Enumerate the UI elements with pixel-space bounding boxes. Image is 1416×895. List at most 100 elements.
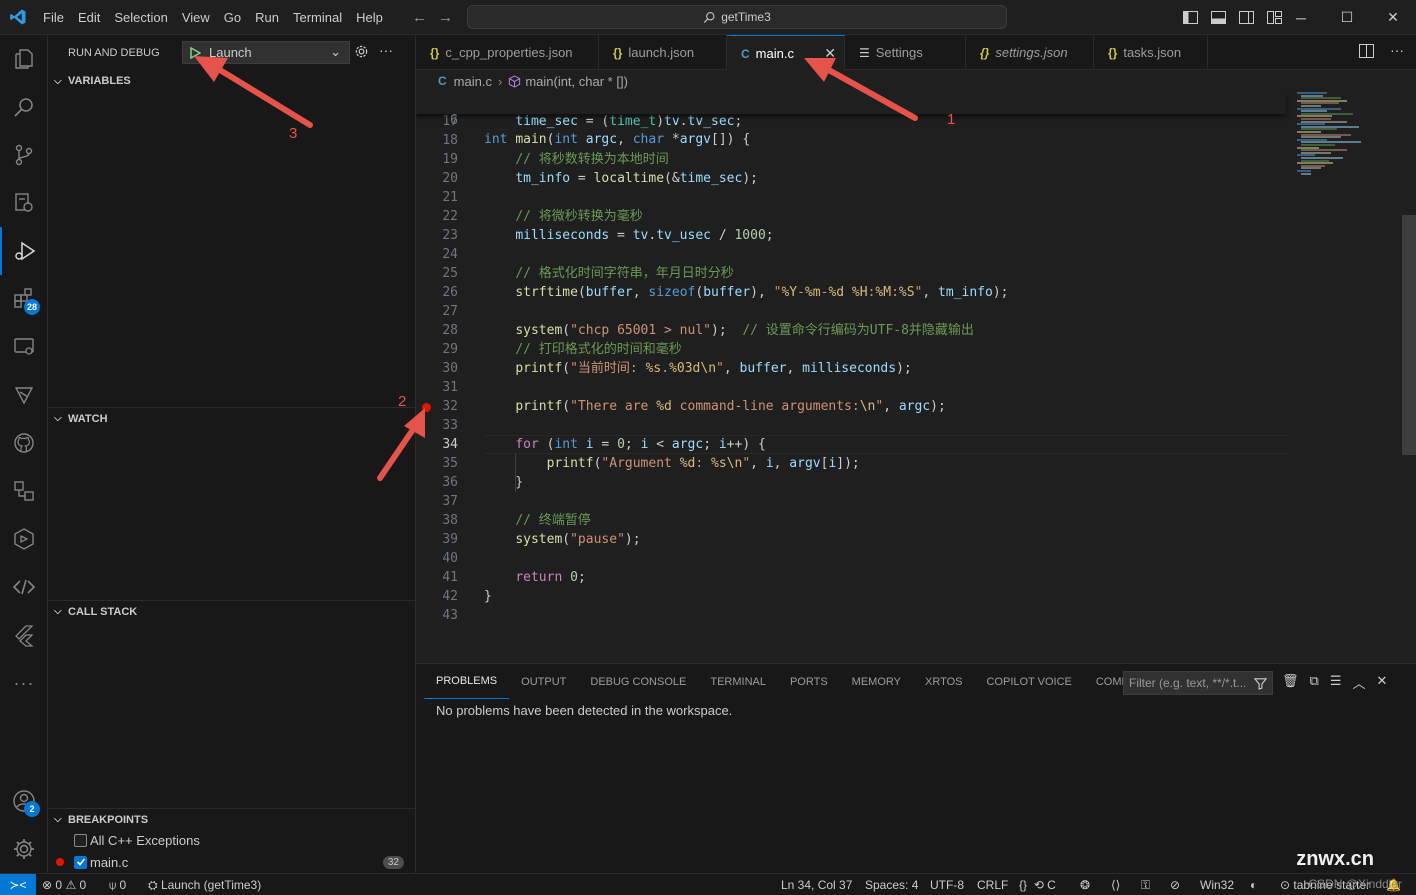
sticky-scroll-header[interactable]: 6 int main(int argc, char *argv[]) { [416, 92, 1286, 147]
collapse-all-icon[interactable]: ⧉ [1310, 673, 1319, 692]
tab-settings[interactable]: ☰ Settings [845, 35, 966, 70]
menu-view[interactable]: View [175, 10, 217, 25]
code-line[interactable]: 27 [416, 302, 1416, 321]
clear-trash-icon[interactable]: 🗑 [1282, 673, 1299, 692]
breakpoints-section-header[interactable]: ⌵ BREAKPOINTS [48, 808, 416, 830]
close-window-icon[interactable]: ✕ [1370, 0, 1416, 35]
flutter-icon[interactable] [0, 611, 48, 659]
settings-sync-icon[interactable]: ◐ [1250, 874, 1257, 895]
vertical-scrollbar[interactable] [1402, 215, 1416, 455]
run-and-debug-icon[interactable] [0, 227, 48, 275]
split-editor-icon[interactable] [1359, 44, 1374, 58]
filter-funnel-icon[interactable] [1254, 677, 1267, 690]
platform-status[interactable]: Win32 [1200, 874, 1234, 895]
checkbox-unchecked[interactable] [74, 833, 87, 847]
source-control-icon[interactable] [0, 131, 48, 179]
breadcrumb-file[interactable]: main.c [454, 74, 492, 89]
menu-run[interactable]: Run [248, 10, 286, 25]
minimize-icon[interactable]: ─ [1278, 0, 1324, 35]
code-line[interactable]: 20 tm_info = localtime(&time_sec); [416, 169, 1416, 188]
copilot-icon[interactable]: ❂ [1080, 874, 1090, 895]
menu-help[interactable]: Help [349, 10, 390, 25]
manage-gear-icon[interactable] [0, 825, 48, 873]
language-status[interactable]: {} ⟲ C [1019, 874, 1056, 895]
testing-icon[interactable] [0, 371, 48, 419]
code-line[interactable]: 25 // 格式化时间字符串，年月日时分秒 [416, 264, 1416, 283]
tab-problems[interactable]: PROBLEMS [424, 664, 510, 699]
view-as-list-icon[interactable]: ☰ [1330, 673, 1342, 692]
code-line[interactable]: 32 printf("There are %d command-line arg… [416, 397, 1416, 416]
ports-status[interactable]: ⍦ 0 [109, 874, 126, 895]
search-icon[interactable] [0, 83, 48, 131]
extensions-icon[interactable]: 28 [0, 275, 48, 323]
cursor-position[interactable]: Ln 34, Col 37 [781, 874, 852, 895]
tab-xrtos[interactable]: XRTOS [913, 664, 975, 699]
maximize-panel-icon[interactable]: ︿ [1352, 673, 1365, 692]
menu-go[interactable]: Go [217, 10, 248, 25]
close-tab-icon[interactable]: ✕ [824, 45, 836, 62]
code-line[interactable]: 19 // 将秒数转换为本地时间 [416, 150, 1416, 169]
problems-filter-input[interactable]: Filter (e.g. text, **/*.t... [1123, 671, 1273, 695]
code-line[interactable]: 33 [416, 416, 1416, 435]
code-line[interactable]: 26 strftime(buffer, sizeof(buffer), "%Y-… [416, 283, 1416, 302]
remote-indicator-icon[interactable]: ≻< [0, 874, 36, 895]
back-arrow-icon[interactable]: ← [412, 9, 427, 26]
remote-explorer-icon[interactable] [0, 179, 48, 227]
call-stack-section-header[interactable]: ⌵ CALL STACK [48, 600, 416, 622]
code-line[interactable]: 23 milliseconds = tv.tv_usec / 1000; [416, 226, 1416, 245]
code-line[interactable]: 36 } [416, 473, 1416, 492]
breakpoint-main-c[interactable]: main.c 32 [48, 851, 416, 873]
code-line[interactable]: 39 system("pause"); [416, 530, 1416, 549]
code-line[interactable]: 40 [416, 549, 1416, 568]
bell-slash-icon[interactable]: ⊘ [1170, 874, 1180, 895]
tab-debug-console[interactable]: DEBUG CONSOLE [578, 664, 698, 699]
command-center[interactable]: getTime3 [467, 5, 1007, 29]
code-line[interactable]: 31 [416, 378, 1416, 397]
launch-config-select[interactable]: Launch ⌄ [182, 41, 350, 64]
code-line[interactable]: 35 printf("Argument %d: %s\n", i, argv[i… [416, 454, 1416, 473]
breakpoint-all-cpp-exceptions[interactable]: All C++ Exceptions [48, 829, 416, 851]
tab-ports[interactable]: PORTS [778, 664, 840, 699]
maximize-icon[interactable]: ☐ [1324, 0, 1370, 35]
code-line[interactable]: 28 system("chcp 65001 > nul"); // 设置命令行编… [416, 321, 1416, 340]
menu-edit[interactable]: Edit [71, 10, 107, 25]
close-panel-icon[interactable]: ✕ [1376, 673, 1387, 692]
hexagon-icon[interactable] [0, 515, 48, 563]
tab-memory[interactable]: MEMORY [840, 664, 913, 699]
toggle-panel-icon[interactable] [1204, 11, 1232, 24]
checkbox-checked[interactable] [74, 855, 87, 869]
toggle-primary-sidebar-icon[interactable] [1176, 11, 1204, 24]
toggle-secondary-sidebar-icon[interactable] [1232, 11, 1260, 24]
more-views-icon[interactable]: ··· [0, 659, 48, 707]
menu-file[interactable]: File [36, 10, 71, 25]
github-icon[interactable] [0, 419, 48, 467]
code-line[interactable]: 29 // 打印格式化的时间和毫秒 [416, 340, 1416, 359]
live-share-icon[interactable]: ⟨⟩ [1111, 874, 1120, 895]
indentation-status[interactable]: Spaces: 4 [865, 874, 918, 895]
tab-terminal[interactable]: TERMINAL [698, 664, 778, 699]
more-actions-icon[interactable]: ··· [1390, 43, 1404, 58]
code-line[interactable]: 42} [416, 587, 1416, 606]
code-embed-icon[interactable] [0, 563, 48, 611]
menu-selection[interactable]: Selection [107, 10, 174, 25]
watch-section-header[interactable]: ⌵ WATCH [48, 407, 416, 429]
tab-main-c[interactable]: C main.c ✕ [727, 35, 845, 71]
tab-output[interactable]: OUTPUT [509, 664, 578, 699]
accounts-icon[interactable]: 2 [0, 777, 48, 825]
code-line[interactable]: 34 for (int i = 0; i < argc; i++) { [416, 435, 1416, 454]
encoding-status[interactable]: UTF-8 [930, 874, 964, 895]
key-icon[interactable]: ⚿ [1141, 874, 1150, 895]
code-line[interactable]: 41 return 0; [416, 568, 1416, 587]
tab-tasks-json[interactable]: {} tasks.json [1094, 35, 1208, 70]
code-line[interactable]: 37 [416, 492, 1416, 511]
tab-launch-json[interactable]: {} launch.json [599, 35, 727, 70]
code-line[interactable]: 38 // 终端暂停 [416, 511, 1416, 530]
more-actions-icon[interactable]: ··· [379, 43, 393, 59]
forward-arrow-icon[interactable]: → [438, 9, 453, 26]
remote-monitor-icon[interactable] [0, 323, 48, 371]
breadcrumb-symbol[interactable]: main(int, char * []) [525, 74, 628, 89]
variables-section-header[interactable]: ⌵ VARIABLES [48, 70, 416, 92]
explorer-icon[interactable] [0, 35, 48, 83]
tab-settings-json[interactable]: {} settings.json [966, 35, 1094, 70]
code-line[interactable]: 30 printf("当前时间: %s.%03d\n", buffer, mil… [416, 359, 1416, 378]
